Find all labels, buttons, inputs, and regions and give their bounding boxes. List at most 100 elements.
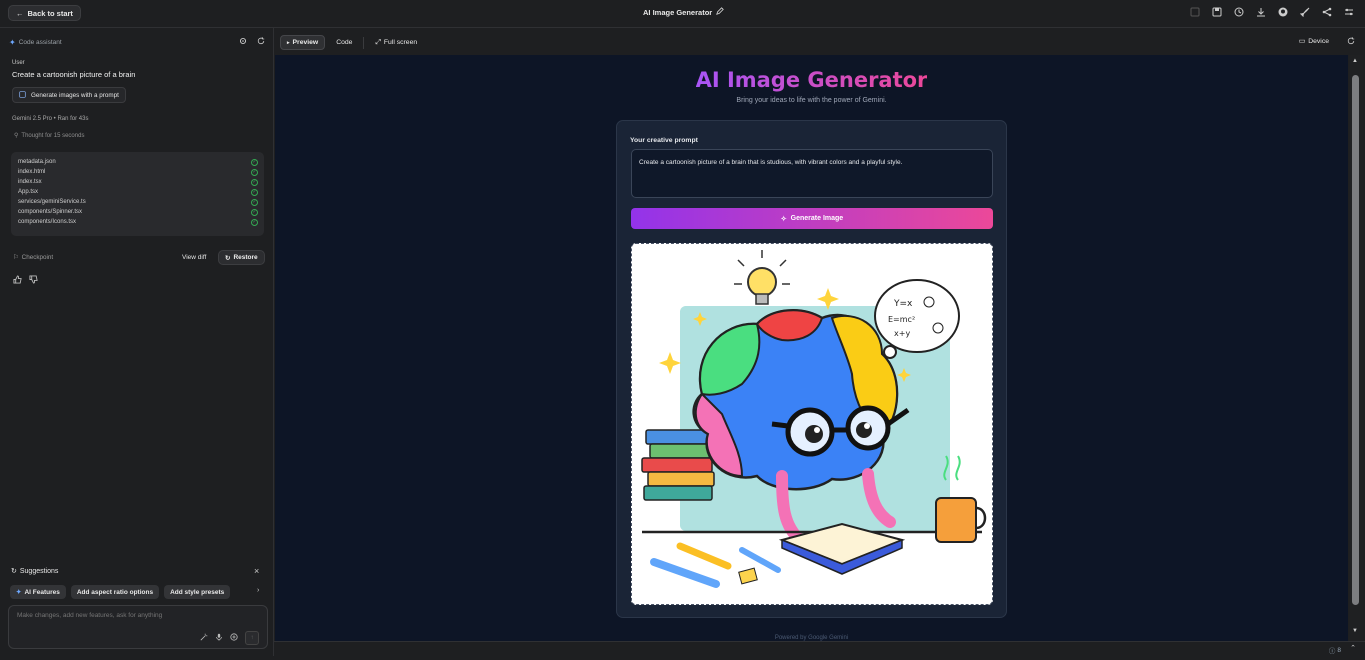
suggestion-chip-aspect-ratio[interactable]: Add aspect ratio options <box>70 585 160 599</box>
back-to-start-button[interactable]: ← Back to start <box>8 5 81 21</box>
brain-illustration: Y=x E=mc² x+y <box>632 244 992 604</box>
panel-header-title: Code assistant <box>18 39 62 46</box>
thumbs-down-icon[interactable] <box>29 275 38 286</box>
app-title[interactable]: AI Image Generator <box>643 7 724 17</box>
tab-label: Code <box>336 39 353 46</box>
chat-input[interactable] <box>15 611 259 620</box>
page-title: AI Image Generator <box>695 68 928 92</box>
restore-label: Restore <box>233 254 258 261</box>
scroll-up-icon[interactable]: ▲ <box>1352 58 1358 64</box>
scrollbar-thumb[interactable] <box>1352 75 1359 605</box>
check-icon: ✓ <box>251 198 258 206</box>
refresh-icon[interactable] <box>257 37 265 47</box>
image-icon <box>19 90 26 100</box>
view-diff-button[interactable]: View diff <box>182 254 206 261</box>
svg-text:x+y: x+y <box>894 329 910 338</box>
checkpoint-label: Checkpoint <box>21 254 54 261</box>
file-name: metadata.json <box>18 159 56 165</box>
flag-icon: ⚐ <box>13 254 19 261</box>
save-icon[interactable] <box>1211 6 1223 18</box>
thought-label: Thought for 15 seconds <box>21 132 85 139</box>
thought-toggle[interactable]: ⚲ Thought for 15 seconds <box>14 132 85 140</box>
file-row[interactable]: index.html ✓ <box>18 167 258 177</box>
sparkle-icon: ✦ <box>16 589 22 596</box>
file-row[interactable]: services/geminiService.ts ✓ <box>18 197 258 207</box>
file-name: services/geminiService.ts <box>18 199 86 205</box>
gear-icon[interactable] <box>239 37 247 47</box>
file-name: App.tsx <box>18 189 39 195</box>
tab-preview[interactable]: ▸ Preview <box>280 35 326 50</box>
share-icon[interactable] <box>1321 6 1333 18</box>
download-icon[interactable] <box>1255 6 1267 18</box>
status-bar: ⓘ 8 ⌃ <box>274 641 1365 657</box>
check-icon: ✓ <box>251 218 258 226</box>
file-name: components/Icons.tsx <box>18 219 77 225</box>
device-button[interactable]: ▭ Device <box>1298 37 1329 46</box>
play-icon: ▸ <box>287 39 290 46</box>
generate-label: Generate Image <box>790 215 844 222</box>
file-list: metadata.json ✓ index.html ✓ index.tsx ✓ Ap… <box>11 152 264 236</box>
prompt-label: Your creative prompt <box>630 137 698 144</box>
settings-sliders-icon[interactable] <box>1343 6 1355 18</box>
magic-wand-icon[interactable] <box>200 633 208 643</box>
suggestion-chip-ai-features[interactable]: ✦ AI Features <box>10 585 66 599</box>
file-name: index.html <box>18 169 46 175</box>
checkpoint: ⚐ Checkpoint <box>13 254 53 261</box>
file-row[interactable]: components/Spinner.tsx ✓ <box>18 207 258 217</box>
back-label: Back to start <box>27 8 73 18</box>
send-button[interactable]: ↑ <box>245 631 259 645</box>
prompt-textarea[interactable]: Create a cartoonish picture of a brain t… <box>631 149 993 198</box>
image-icon[interactable] <box>1189 6 1201 18</box>
send-icon: ↑ <box>250 635 254 641</box>
tab-divider <box>363 36 365 49</box>
device-icon: ▭ <box>1298 38 1306 45</box>
chevron-up-icon[interactable]: ⌃ <box>1350 644 1356 652</box>
suggestion-label: Add aspect ratio options <box>76 588 154 596</box>
model-info: Gemini 2.5 Pro • Ran for 43s <box>12 116 89 122</box>
suggestion-chips: ✦ AI Features Add aspect ratio options Ad… <box>10 585 231 599</box>
expand-icon: ⤢ <box>375 38 381 46</box>
rocket-icon[interactable] <box>1299 6 1311 18</box>
tab-code[interactable]: Code <box>330 36 358 49</box>
app-title-text: AI Image Generator <box>643 7 713 17</box>
github-icon[interactable] <box>1277 6 1289 18</box>
user-label: User <box>12 60 25 66</box>
sparkle-icon: ✦ <box>9 38 16 47</box>
prompt-chip[interactable]: Generate images with a prompt <box>12 87 126 103</box>
chevron-right-icon[interactable]: › <box>257 587 259 594</box>
generate-image-button[interactable]: ✧ Generate Image <box>631 208 993 229</box>
file-row[interactable]: metadata.json ✓ <box>18 157 258 167</box>
reload-preview-icon[interactable] <box>1347 37 1355 47</box>
suggestion-chip-style-presets[interactable]: Add style presets <box>164 585 231 599</box>
file-row[interactable]: components/Icons.tsx ✓ <box>18 217 258 227</box>
generator-card: Your creative prompt Create a cartoonish… <box>616 120 1007 618</box>
svg-text:Y=x: Y=x <box>893 299 913 309</box>
scroll-down-icon[interactable]: ▼ <box>1352 628 1358 634</box>
sparkle-icon: ✧ <box>780 215 787 223</box>
file-row[interactable]: App.tsx ✓ <box>18 187 258 197</box>
view-tabs: ▸ Preview Code ⤢ Full screen <box>280 35 423 50</box>
arrow-left-icon: ← <box>16 8 24 18</box>
code-assistant-panel: ✦ Code assistant User Create a cartoonis… <box>0 28 274 656</box>
suggestions-title: ↻ Suggestions <box>11 567 59 576</box>
issues-count[interactable]: ⓘ 8 <box>1329 645 1341 656</box>
check-icon: ✓ <box>251 208 258 216</box>
close-icon[interactable]: × <box>254 567 259 576</box>
microphone-icon[interactable] <box>215 633 223 643</box>
history-icon[interactable] <box>1233 6 1245 18</box>
top-bar: ← Back to start AI Image Generator <box>0 0 1365 28</box>
add-circle-icon[interactable] <box>230 633 238 643</box>
file-row[interactable]: index.tsx ✓ <box>18 177 258 187</box>
suggestions-label: Suggestions <box>19 567 59 575</box>
refresh-sparkle-icon: ↻ <box>11 568 17 575</box>
pencil-icon[interactable] <box>716 7 724 17</box>
thumbs-up-icon[interactable] <box>13 275 22 286</box>
restore-button[interactable]: ↻ Restore <box>218 250 265 265</box>
check-icon: ✓ <box>251 168 258 176</box>
tab-fullscreen[interactable]: ⤢ Full screen <box>369 36 423 49</box>
check-icon: ✓ <box>251 188 258 196</box>
prompt-chip-label: Generate images with a prompt <box>31 91 119 99</box>
lightbulb-icon: ⚲ <box>14 133 19 139</box>
preview-panel: ▸ Preview Code ⤢ Full screen ▭ Device AI I… <box>274 28 1365 657</box>
preview-scrollbar[interactable]: ▲ ▼ <box>1349 55 1363 641</box>
